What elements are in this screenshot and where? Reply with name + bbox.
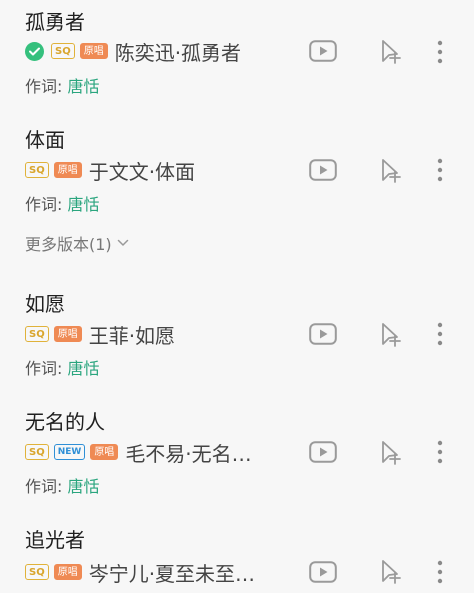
- add-to-playlist-icon[interactable]: [374, 37, 404, 65]
- song-meta-row: SQ 原唱 陈奕迅·孤勇者: [25, 37, 241, 65]
- more-versions-button[interactable]: 更多版本(1): [25, 231, 129, 255]
- sq-badge: SQ: [25, 162, 49, 178]
- lyricist-link[interactable]: 唐恬: [67, 195, 99, 214]
- song-title: 追光者: [25, 528, 85, 552]
- original-badge: 原唱: [53, 162, 82, 178]
- lyricist-row: 作词: 唐恬: [25, 73, 100, 97]
- original-badge: 原唱: [90, 444, 119, 460]
- chevron-down-icon: [117, 239, 129, 247]
- add-to-playlist-icon[interactable]: [374, 438, 404, 466]
- check-circle-icon: [25, 41, 44, 61]
- lyricist-label: 作词:: [25, 77, 68, 96]
- more-versions-label: 更多版本(1): [25, 235, 112, 254]
- more-vertical-icon[interactable]: [430, 438, 450, 466]
- add-to-playlist-icon[interactable]: [374, 156, 404, 184]
- play-video-icon[interactable]: [308, 157, 338, 183]
- lyricist-label: 作词:: [25, 477, 68, 496]
- lyricist-row: 作词: 唐恬: [25, 355, 100, 379]
- lyricist-row: 作词: 唐恬: [25, 473, 100, 497]
- lyricist-label: 作词:: [25, 359, 68, 378]
- lyricist-link[interactable]: 唐恬: [67, 359, 99, 378]
- song-meta-row: SQ 原唱 于文文·体面: [25, 156, 195, 184]
- lyricist-link[interactable]: 唐恬: [67, 77, 99, 96]
- sq-badge: SQ: [25, 326, 49, 342]
- play-video-icon[interactable]: [308, 321, 338, 347]
- new-badge: NEW: [53, 444, 86, 460]
- more-vertical-icon[interactable]: [430, 558, 450, 586]
- song-title: 体面: [25, 128, 65, 152]
- play-video-icon[interactable]: [308, 38, 338, 64]
- lyricist-row: 作词: 唐恬: [25, 191, 100, 215]
- more-vertical-icon[interactable]: [430, 156, 450, 184]
- lyricist-label: 作词:: [25, 195, 68, 214]
- sq-badge: SQ: [25, 564, 49, 580]
- play-video-icon[interactable]: [308, 439, 338, 465]
- song-title: 无名的人: [25, 410, 105, 434]
- song-meta-row: SQ NEW 原唱 毛不易·无名…: [25, 438, 252, 466]
- original-badge: 原唱: [53, 326, 82, 342]
- artist-title: 岑宁儿·夏至未至…: [88, 561, 256, 586]
- artist-title: 毛不易·无名…: [125, 441, 252, 466]
- artist-title: 王菲·如愿: [88, 323, 176, 348]
- add-to-playlist-icon[interactable]: [374, 320, 404, 348]
- song-meta-row: SQ 原唱 王菲·如愿: [25, 320, 175, 348]
- song-title: 孤勇者: [25, 10, 85, 34]
- song-meta-row: SQ 原唱 岑宁儿·夏至未至…: [25, 558, 255, 586]
- original-badge: 原唱: [53, 564, 82, 580]
- sq-badge: SQ: [25, 444, 49, 460]
- sq-badge: SQ: [51, 43, 75, 59]
- artist-title: 于文文·体面: [88, 159, 196, 184]
- add-to-playlist-icon[interactable]: [374, 557, 404, 585]
- play-video-icon[interactable]: [308, 559, 338, 585]
- artist-title: 陈奕迅·孤勇者: [114, 40, 242, 65]
- more-vertical-icon[interactable]: [430, 38, 450, 66]
- lyricist-link[interactable]: 唐恬: [67, 477, 99, 496]
- original-badge: 原唱: [79, 43, 108, 59]
- more-vertical-icon[interactable]: [430, 320, 450, 348]
- song-title: 如愿: [25, 292, 65, 316]
